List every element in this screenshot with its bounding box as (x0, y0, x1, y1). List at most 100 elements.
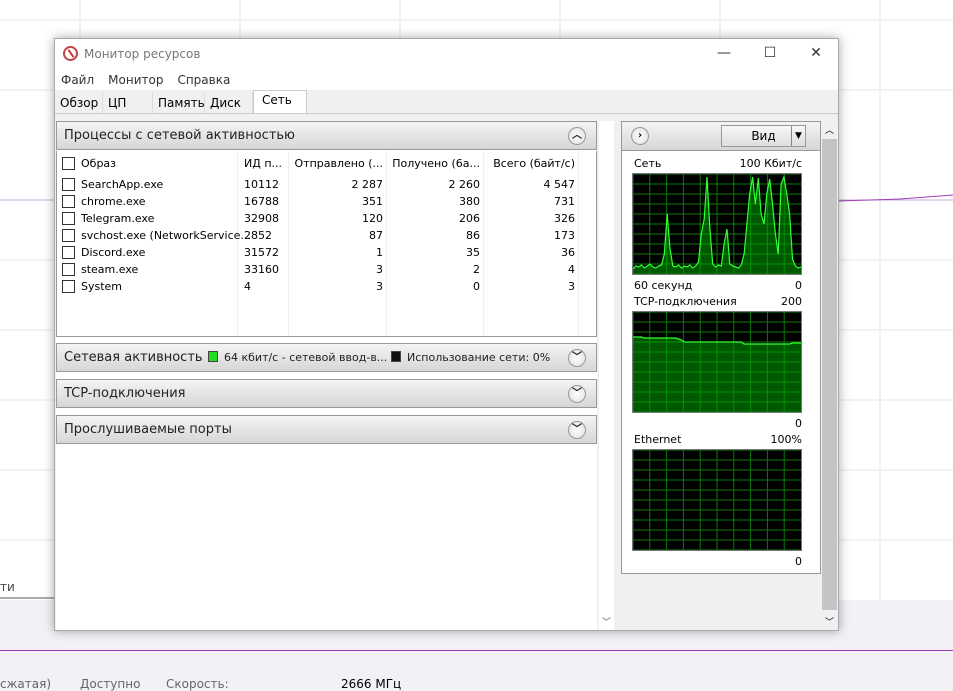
table-row[interactable]: System 4 3 0 3 (57, 278, 587, 295)
cell: 86 (466, 229, 480, 242)
network-activity-section-header[interactable]: Сетевая активность 64 кбит/с - сетевой в… (56, 343, 597, 372)
cell: SearchApp.exe (81, 178, 164, 191)
network-usage-label: Использование сети: 0% (407, 351, 551, 364)
menu-help[interactable]: Справка (177, 73, 230, 87)
cell: Discord.exe (81, 246, 146, 259)
close-button[interactable]: ✕ (793, 39, 839, 70)
cell: 0 (473, 280, 480, 293)
tab-cpu[interactable]: ЦП (103, 92, 153, 113)
cell: 206 (459, 212, 480, 225)
graphs-header: › Вид ▼ (622, 122, 820, 151)
col-received[interactable]: Получено (6а... (387, 157, 480, 170)
menu-bar: Файл Монитор Справка (55, 70, 838, 90)
table-row[interactable]: svchost.exe (NetworkService... 2852 87 86 17… (57, 227, 587, 244)
scroll-down-arrow-icon[interactable]: ﹀ (602, 615, 611, 628)
section-title: Прослушиваемые порты (64, 422, 232, 437)
table-row[interactable]: steam.exe 33160 3 2 4 (57, 261, 587, 278)
tab-memory[interactable]: Память (153, 92, 205, 113)
row-checkbox[interactable] (62, 263, 75, 276)
cell: 2 (473, 263, 480, 276)
scroll-up-arrow-icon[interactable]: ︿ (825, 123, 834, 136)
select-all-checkbox[interactable] (62, 157, 75, 170)
minimize-button[interactable]: — (701, 39, 747, 70)
expand-chevron-down-icon[interactable]: ﹀ (568, 385, 586, 403)
cell: 87 (369, 229, 383, 242)
scroll-thumb[interactable] (822, 139, 837, 610)
col-total[interactable]: Всего (байт/с) (484, 157, 575, 170)
bg-left-label: ти (0, 580, 15, 594)
expand-chevron-down-icon[interactable]: ﹀ (568, 349, 586, 367)
col-pid[interactable]: ИД п... (244, 157, 282, 170)
cell: 380 (459, 195, 480, 208)
tab-network[interactable]: Сеть (253, 90, 307, 113)
tab-disk[interactable]: Диск (205, 92, 253, 113)
row-checkbox[interactable] (62, 280, 75, 293)
table-row[interactable]: chrome.exe 16788 351 380 731 (57, 193, 587, 210)
cell: 3 (376, 280, 383, 293)
bg-value: 2666 МГц (341, 677, 402, 691)
cell: 3 (376, 263, 383, 276)
series-area (633, 337, 801, 412)
section-title: Сетевая активность (64, 350, 203, 365)
graph-label: Ethernet (634, 433, 682, 446)
row-checkbox[interactable] (62, 195, 75, 208)
cell: 4 (568, 263, 575, 276)
cell: Telegram.exe (81, 212, 155, 225)
graph-label: Сеть (634, 157, 662, 170)
black-legend-icon (391, 351, 401, 362)
table-row[interactable]: Discord.exe 31572 1 35 36 (57, 244, 587, 261)
table-header: Образ ИД п... Отправлено (... Получено (… (57, 153, 587, 174)
expand-chevron-down-icon[interactable]: ﹀ (568, 421, 586, 439)
cell: 4 (244, 280, 251, 293)
cell: 326 (554, 212, 575, 225)
cell: 31572 (244, 246, 279, 259)
graph-max: 200 (781, 295, 802, 308)
title-bar[interactable]: Монитор ресурсов — ☐ ✕ (55, 39, 838, 70)
green-legend-icon (208, 351, 218, 362)
cell: System (81, 280, 123, 293)
view-button[interactable]: Вид ▼ (721, 125, 806, 147)
graphs-pane: › Вид ▼ Сеть 100 Кбит/с 60 секунд 0 TCP-п… (621, 121, 821, 574)
cell: chrome.exe (81, 195, 146, 208)
left-scrollbar[interactable]: ﹀ (599, 121, 614, 630)
dropdown-arrow-icon[interactable]: ▼ (791, 126, 805, 146)
tcp-graph (632, 311, 802, 413)
cell: 4 547 (543, 178, 576, 191)
collapse-chevron-up-icon[interactable]: ︿ (568, 127, 586, 145)
cell: steam.exe (81, 263, 139, 276)
app-icon (63, 46, 78, 61)
section-title: TCP-подключения (64, 386, 186, 401)
maximize-button[interactable]: ☐ (747, 39, 793, 70)
table-row[interactable]: Telegram.exe 32908 120 206 326 (57, 210, 587, 227)
cell: 2 287 (351, 178, 384, 191)
view-label: Вид (751, 129, 776, 143)
row-checkbox[interactable] (62, 246, 75, 259)
tab-overview[interactable]: Обзор (55, 92, 103, 113)
network-io-label: 64 кбит/с - сетевой ввод-в... (224, 351, 388, 364)
cell: 3 (568, 280, 575, 293)
row-checkbox[interactable] (62, 178, 75, 191)
network-graph (632, 173, 802, 275)
scroll-down-arrow-icon[interactable]: ﹀ (825, 615, 834, 628)
graph-min: 0 (795, 279, 802, 292)
table-row[interactable]: SearchApp.exe 10112 2 287 2 260 4 547 (57, 176, 587, 193)
processes-section-header[interactable]: Процессы с сетевой активностью ︿ (56, 121, 597, 150)
row-checkbox[interactable] (62, 229, 75, 242)
row-checkbox[interactable] (62, 212, 75, 225)
tab-bar: Обзор ЦП Память Диск Сеть (55, 90, 838, 114)
cell: svchost.exe (NetworkService... (81, 229, 251, 242)
cell: 2 260 (448, 178, 481, 191)
bg-label: Доступно (80, 677, 141, 691)
cell: 731 (554, 195, 575, 208)
cell: 2852 (244, 229, 272, 242)
right-scrollbar[interactable]: ︿ ﹀ (821, 121, 838, 630)
cell: 1 (376, 246, 383, 259)
expand-chevron-right-icon[interactable]: › (631, 127, 649, 145)
ports-section-header[interactable]: Прослушиваемые порты ﹀ (56, 415, 597, 444)
menu-file[interactable]: Файл (61, 73, 94, 87)
cell: 36 (561, 246, 575, 259)
col-image[interactable]: Образ (81, 157, 116, 170)
col-sent[interactable]: Отправлено (... (289, 157, 383, 170)
tcp-section-header[interactable]: TCP-подключения ﹀ (56, 379, 597, 408)
menu-monitor[interactable]: Монитор (108, 73, 163, 87)
